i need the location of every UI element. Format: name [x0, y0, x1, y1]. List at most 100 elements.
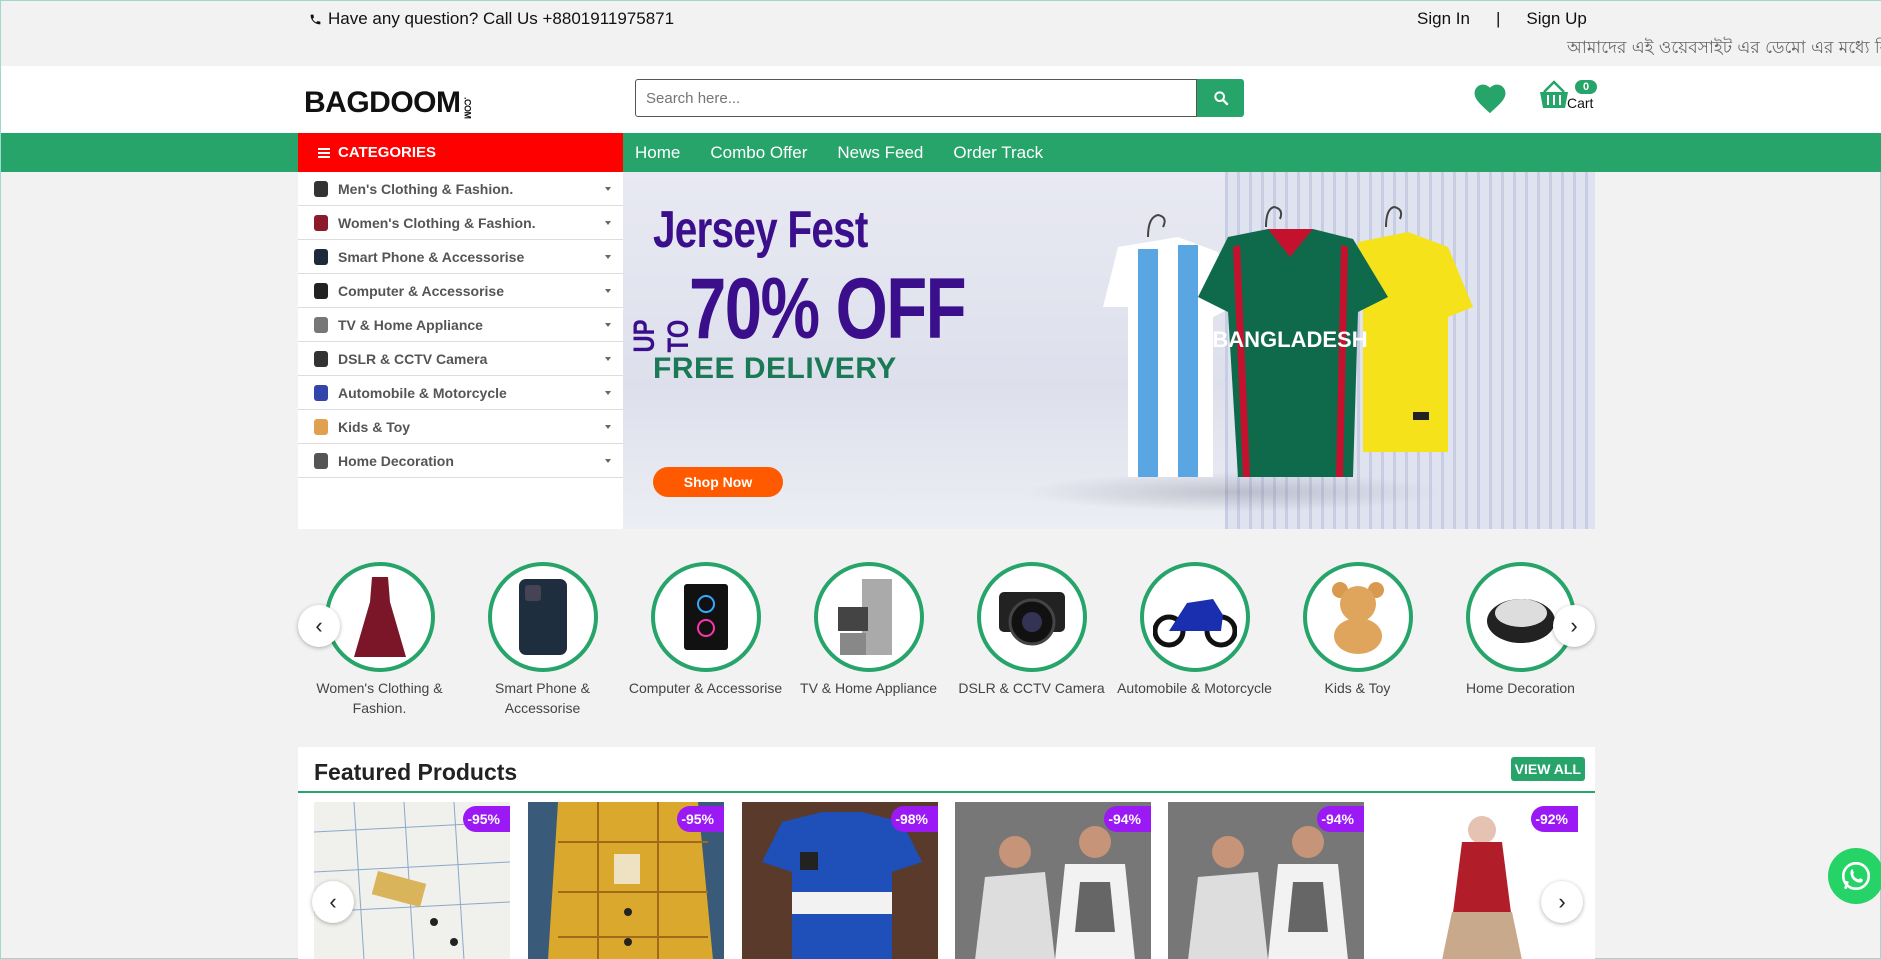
main-nav: CATEGORIES Home Combo Offer News Feed Or… [1, 133, 1881, 172]
category-label: Men's Clothing & Fashion. [338, 180, 514, 197]
category-item[interactable]: Automobile & Motorcycle [298, 376, 623, 410]
sign-in-link[interactable]: Sign In [1417, 9, 1470, 29]
category-thumb [650, 562, 761, 672]
category-item[interactable]: Home Decoration [298, 444, 623, 478]
dress-icon [314, 214, 328, 231]
caret-down-icon [605, 187, 611, 191]
auth-separator: | [1495, 9, 1501, 28]
banner-discount: 70% OFF [689, 261, 967, 357]
discount-badge: -95% [677, 806, 724, 832]
jersey-text: BANGLADESH [1212, 327, 1367, 352]
carousel-prev-button[interactable]: ‹ [298, 605, 340, 647]
featured-next-button[interactable]: › [1541, 881, 1583, 923]
search-button[interactable] [1197, 79, 1244, 117]
site-logo[interactable]: BAGDOOM .COM [304, 86, 473, 120]
nav-home[interactable]: Home [635, 143, 680, 163]
carousel-next-button[interactable]: › [1553, 605, 1595, 647]
category-carousel: Women's Clothing & Fashion. Smart Phone … [298, 562, 1595, 722]
whatsapp-icon [1841, 861, 1871, 891]
heart-icon [1474, 84, 1506, 114]
product-card[interactable]: -94% [955, 802, 1151, 959]
category-thumb [487, 562, 598, 672]
phone-icon [314, 248, 328, 265]
circle-label: Computer & Accessorise [628, 680, 783, 696]
cart-button[interactable] [1538, 80, 1570, 115]
top-bar: Have any question? Call Us +880191197587… [1, 1, 1881, 66]
search-bar [635, 79, 1244, 117]
category-item[interactable]: Men's Clothing & Fashion. [298, 172, 623, 206]
featured-products: Featured Products VIEW ALL -95% -95% -98… [298, 747, 1595, 959]
category-label: Home Decoration [338, 452, 454, 469]
product-card[interactable]: -94% [1168, 802, 1364, 959]
appliance-icon [837, 579, 892, 655]
category-item[interactable]: Kids & Toy [298, 410, 623, 444]
contact-text: Have any question? Call Us +880191197587… [328, 9, 675, 28]
sign-up-link[interactable]: Sign Up [1526, 9, 1586, 29]
circle-label: Women's Clothing & Fashion. [316, 680, 443, 716]
featured-prev-button[interactable]: ‹ [312, 881, 354, 923]
caret-down-icon [605, 255, 611, 259]
circle-category[interactable]: TV & Home Appliance [787, 562, 950, 698]
caret-down-icon [605, 357, 611, 361]
category-item[interactable]: Smart Phone & Accessorise [298, 240, 623, 274]
hero-banner[interactable]: Jersey Fest UP TO 70% OFF FREE DELIVERY … [623, 172, 1595, 529]
logo-suffix: .COM [462, 96, 473, 119]
product-card[interactable]: -92% [1382, 802, 1578, 959]
shop-now-button[interactable]: Shop Now [653, 467, 783, 497]
circle-label: TV & Home Appliance [800, 680, 937, 696]
circle-category[interactable]: Smart Phone & Accessorise [461, 562, 624, 718]
computer-icon [683, 584, 728, 650]
phone-icon [310, 14, 321, 24]
smartphone-icon [518, 579, 567, 655]
banner-free-delivery: FREE DELIVERY [653, 352, 897, 385]
caret-down-icon [605, 323, 611, 327]
nav-order-track[interactable]: Order Track [953, 143, 1043, 163]
circle-label: Automobile & Motorcycle [1117, 680, 1272, 696]
circle-label: Kids & Toy [1324, 680, 1391, 696]
search-input[interactable] [635, 79, 1197, 117]
decor-icon [314, 452, 328, 469]
circle-label: Smart Phone & Accessorise [495, 680, 590, 716]
category-label: Automobile & Motorcycle [338, 384, 507, 401]
caret-down-icon [605, 289, 611, 293]
auth-links: Sign In | Sign Up [1417, 9, 1587, 29]
teddy-bear-icon [1331, 582, 1384, 654]
menu-icon [318, 147, 330, 158]
category-thumb [324, 562, 435, 672]
caret-down-icon [605, 221, 611, 225]
category-item[interactable]: TV & Home Appliance [298, 308, 623, 342]
whatsapp-button[interactable] [1828, 848, 1881, 904]
discount-badge: -94% [1104, 806, 1151, 832]
caret-down-icon [605, 425, 611, 429]
wishlist-button[interactable] [1471, 80, 1509, 119]
product-card[interactable]: -95% [314, 802, 510, 959]
circle-category[interactable]: Kids & Toy [1276, 562, 1439, 698]
product-card[interactable]: -95% [528, 802, 724, 959]
category-label: Kids & Toy [338, 418, 411, 435]
circle-category[interactable]: DSLR & CCTV Camera [950, 562, 1113, 698]
jerseys-image: BANGLADESH [1103, 205, 1473, 477]
teddy-icon [314, 418, 328, 435]
nav-combo-offer[interactable]: Combo Offer [710, 143, 807, 163]
dress-icon [353, 577, 406, 657]
circle-category[interactable]: Computer & Accessorise [624, 562, 787, 698]
banner-title: Jersey Fest [653, 201, 868, 259]
category-item[interactable]: Women's Clothing & Fashion. [298, 206, 623, 240]
product-card[interactable]: -98% [742, 802, 938, 959]
category-item[interactable]: DSLR & CCTV Camera [298, 342, 623, 376]
discount-badge: -98% [891, 806, 938, 832]
pouf-icon [1486, 599, 1555, 643]
cart-label[interactable]: Cart [1567, 95, 1593, 111]
category-label: Women's Clothing & Fashion. [338, 214, 536, 231]
discount-badge: -92% [1531, 806, 1578, 832]
view-all-button[interactable]: VIEW ALL [1510, 757, 1585, 781]
category-thumb [976, 562, 1087, 672]
category-item[interactable]: Computer & Accessorise [298, 274, 623, 308]
nav-news-feed[interactable]: News Feed [837, 143, 923, 163]
category-label: DSLR & CCTV Camera [338, 350, 488, 367]
camera-icon [998, 592, 1065, 646]
categories-button[interactable]: CATEGORIES [298, 133, 623, 172]
discount-badge: -94% [1317, 806, 1364, 832]
caret-down-icon [605, 391, 611, 395]
circle-category[interactable]: Automobile & Motorcycle [1113, 562, 1276, 698]
